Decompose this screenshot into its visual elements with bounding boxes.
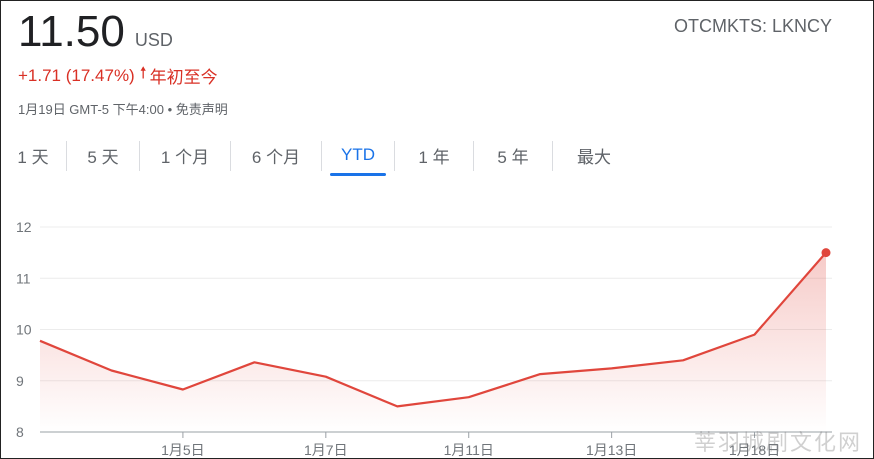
- watermark: 莘羽城剧文化网: [693, 431, 862, 456]
- tab-1d[interactable]: 1 天: [0, 138, 66, 172]
- meta-separator: •: [167, 102, 173, 117]
- y-tick-label: 12: [16, 219, 32, 235]
- x-tick-label: 1月7日: [304, 442, 348, 458]
- price-change: +1.71 (17.47%): [18, 65, 135, 85]
- tab-max[interactable]: 最大: [553, 138, 635, 172]
- arrow-up-icon: 🠕: [139, 65, 147, 82]
- tab-5y[interactable]: 5 年: [474, 138, 552, 172]
- last-price-point: [821, 248, 831, 258]
- change-row: +1.71 (17.47%) 🠕 年初至今: [18, 62, 228, 89]
- meta-row: 1月19日 GMT-5 下午4:00 • 免责声明: [18, 99, 228, 118]
- timestamp: 1月19日 GMT-5 下午4:00: [18, 102, 164, 117]
- price-area-fill: [40, 252, 826, 432]
- range-tabs: 1 天 5 天 1 个月 6 个月 YTD 1 年 5 年 最大: [0, 138, 635, 176]
- price-chart[interactable]: 89101112 1月5日 1月7日 1月11日 1月13日 1月18日: [0, 200, 874, 459]
- tab-1y[interactable]: 1 年: [395, 138, 473, 172]
- y-tick-label: 8: [16, 424, 24, 440]
- tab-5d[interactable]: 5 天: [67, 138, 139, 172]
- y-tick-label: 11: [16, 270, 31, 286]
- disclaimer-link[interactable]: 免责声明: [176, 102, 228, 117]
- x-tick-label: 1月13日: [586, 442, 637, 458]
- quote-header: 11.50 USD +1.71 (17.47%) 🠕 年初至今 1月19日 GM…: [18, 8, 228, 118]
- change-period: 年初至今: [149, 68, 218, 87]
- currency-label: USD: [134, 30, 173, 50]
- price-row: 11.50 USD: [18, 8, 228, 56]
- tab-1m[interactable]: 1 个月: [140, 138, 230, 172]
- y-tick-label: 9: [16, 373, 24, 389]
- y-tick-label: 10: [16, 322, 32, 338]
- ticker-symbol: OTCMKTS: LKNCY: [673, 16, 832, 36]
- x-tick-label: 1月5日: [161, 442, 205, 458]
- tab-ytd[interactable]: YTD: [322, 138, 394, 176]
- current-price: 11.50: [18, 7, 125, 56]
- tab-6m[interactable]: 6 个月: [231, 138, 321, 172]
- x-tick-label: 1月11日: [444, 442, 494, 458]
